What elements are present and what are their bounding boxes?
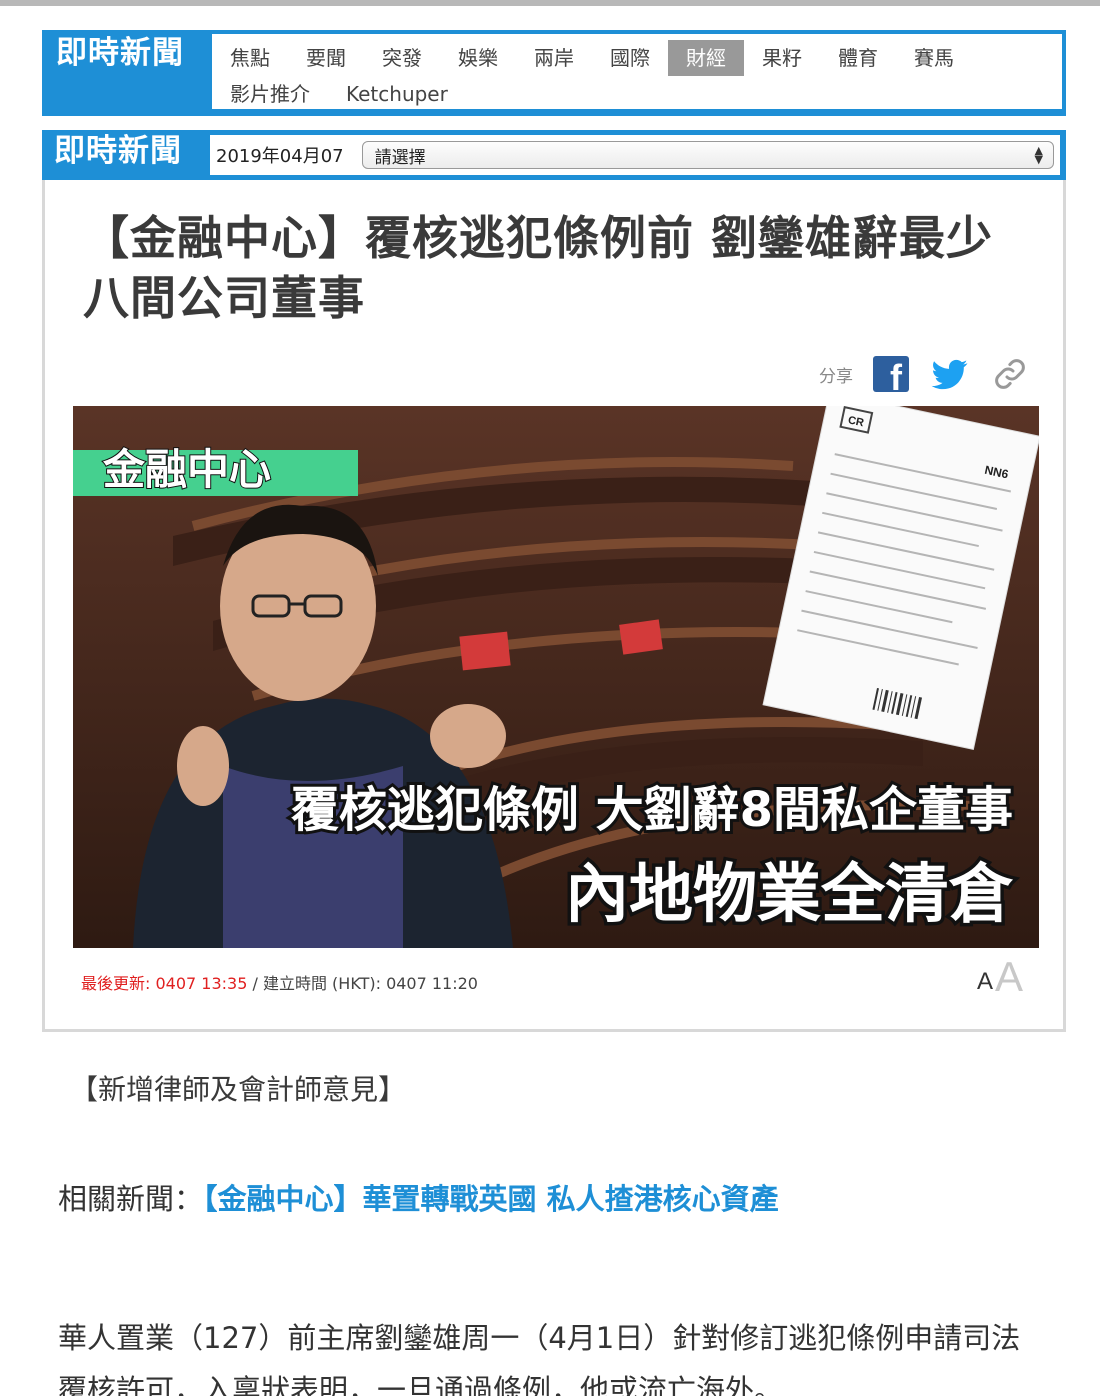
nav-item[interactable]: 果籽 — [744, 40, 820, 76]
nav-item[interactable]: 要聞 — [288, 40, 364, 76]
logo-text: 即時新聞 — [54, 133, 182, 169]
nav-item[interactable]: 財經 — [668, 40, 744, 76]
hero-image[interactable]: CR NN6 金融中心 覆核逃犯條例 大劉辭8間私企董事 內地物業全清倉 — [73, 406, 1039, 948]
current-date: 2019年04月07 — [216, 146, 344, 167]
font-large-icon[interactable]: A — [995, 956, 1023, 997]
timestamps: 最後更新: 0407 13:35 / 建立時間 (HKT): 0407 11:2… — [81, 970, 478, 994]
created-time: / 建立時間 (HKT): 0407 11:20 — [247, 974, 478, 993]
nav-row: 焦點 要聞 突發 娛樂 兩岸 國際 財經 果籽 體育 賽馬 — [218, 40, 1062, 76]
nav-item[interactable]: 賽馬 — [896, 40, 972, 76]
nav-row: 影片推介 Ketchuper — [218, 76, 1062, 112]
nav-item[interactable]: 娛樂 — [440, 40, 516, 76]
hero-tag: 金融中心 — [102, 445, 271, 494]
site-logo[interactable]: 即時新聞 — [44, 32, 212, 114]
date-panel: 2019年04月07 請選擇 ▲ ▼ — [210, 135, 1060, 175]
article-paragraph: 華人置業（127）前主席劉鑾雄周一（4月1日）針對修訂逃犯條例申請司法覆核許可，… — [58, 1321, 1021, 1396]
hero-caption-line1: 覆核逃犯條例 大劉辭8間私企董事 — [291, 782, 1013, 838]
nav-item[interactable]: 國際 — [592, 40, 668, 76]
share-bar: 分享 f — [819, 356, 1029, 396]
nav-item[interactable]: 兩岸 — [516, 40, 592, 76]
category-select-value: 請選擇 — [374, 147, 426, 168]
select-arrows-icon: ▲ ▼ — [1034, 144, 1043, 166]
last-updated: 最後更新: 0407 13:35 — [81, 974, 248, 993]
nav-item[interactable]: 突發 — [364, 40, 440, 76]
date-bar: 即時新聞 2019年04月07 請選擇 ▲ ▼ — [42, 130, 1066, 180]
top-strip — [0, 0, 1100, 6]
font-size-toggle[interactable]: A A — [977, 956, 1023, 997]
article-headline: 【金融中心】覆核逃犯條例前 劉鑾雄辭最少八間公司董事 — [83, 211, 994, 325]
facebook-icon[interactable]: f — [873, 356, 909, 396]
hero-illustration: CR NN6 金融中心 覆核逃犯條例 大劉辭8間私企董事 內地物業全清倉 — [73, 406, 1039, 948]
link-icon[interactable] — [991, 356, 1029, 392]
section-nav-bar: 即時新聞 焦點 要聞 突發 娛樂 兩岸 國際 財經 果籽 體育 賽馬 影片推介 Ketchuper — [42, 30, 1066, 116]
hero-caption-line2: 內地物業全清倉 — [565, 858, 1014, 932]
twitter-icon[interactable] — [931, 356, 969, 392]
article-lead: 【新增律師及會計師意見】 — [70, 1073, 407, 1106]
nav-item[interactable]: 體育 — [820, 40, 896, 76]
nav-item[interactable]: 焦點 — [218, 40, 288, 76]
related-news-link[interactable]: 【金融中心】華置轉戰英國 私人揸港核心資產 — [203, 1182, 779, 1216]
nav-panel: 焦點 要聞 突發 娛樂 兩岸 國際 財經 果籽 體育 賽馬 影片推介 Ketchuper — [212, 34, 1062, 112]
nav-item[interactable]: 影片推介 — [218, 76, 328, 112]
font-small-icon[interactable]: A — [977, 969, 993, 994]
share-label: 分享 — [819, 366, 853, 387]
nav-item[interactable]: Ketchuper — [328, 76, 466, 112]
site-logo-secondary[interactable]: 即時新聞 — [42, 130, 210, 180]
category-select[interactable]: 請選擇 ▲ ▼ — [361, 141, 1054, 169]
related-prefix: 相關新聞： — [58, 1182, 204, 1216]
logo-text: 即時新聞 — [56, 35, 184, 71]
article-card: 【金融中心】覆核逃犯條例前 劉鑾雄辭最少八間公司董事 分享 f CR NN6 金… — [42, 180, 1066, 1032]
related-news: 相關新聞：【金融中心】華置轉戰英國 私人揸港核心資產 — [58, 1176, 779, 1218]
